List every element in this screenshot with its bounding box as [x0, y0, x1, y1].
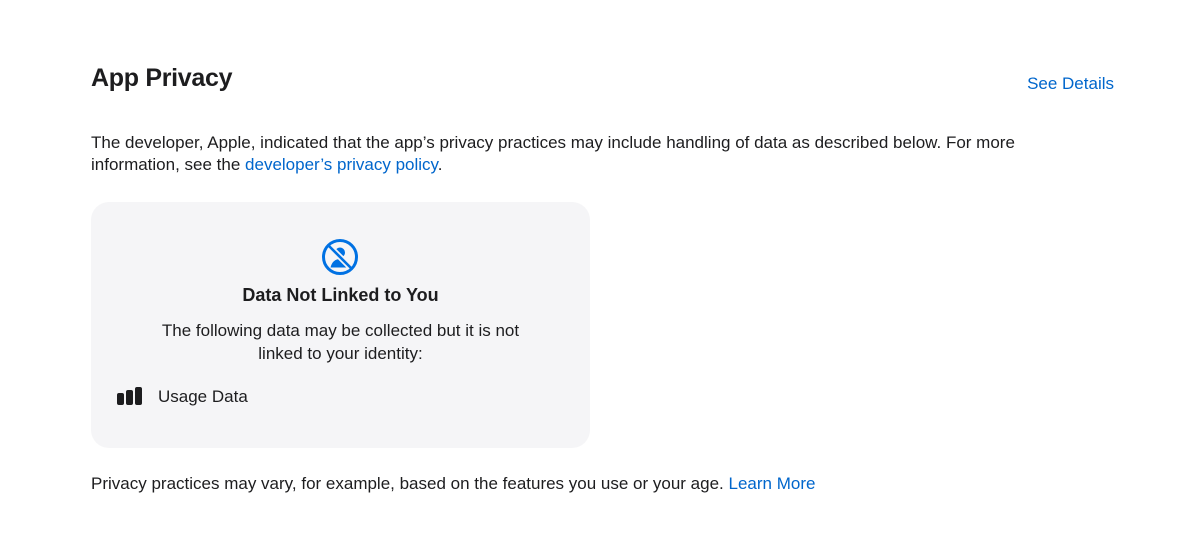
usage-data-icon	[117, 387, 142, 405]
developer-privacy-policy-link[interactable]: developer’s privacy policy	[245, 155, 438, 174]
privacy-footer-note: Privacy practices may vary, for example,…	[91, 472, 815, 496]
intro-trailing: .	[437, 155, 443, 174]
person-crossed-icon	[322, 239, 358, 275]
footer-text: Privacy practices may vary, for example,…	[91, 474, 729, 493]
see-details-link[interactable]: See Details	[1027, 72, 1114, 96]
privacy-intro-text: The developer, Apple, indicated that the…	[91, 132, 1051, 176]
section-title: App Privacy	[91, 64, 233, 92]
card-description: The following data may be collected but …	[161, 321, 520, 363]
data-item-label: Usage Data	[158, 387, 248, 406]
learn-more-link[interactable]: Learn More	[729, 474, 816, 493]
app-privacy-header: App Privacy See Details	[91, 62, 1114, 102]
intro-text: The developer, Apple, indicated that the…	[91, 133, 1015, 174]
data-item-usage: Usage Data	[117, 385, 248, 409]
card-title: Data Not Linked to You	[242, 285, 439, 305]
data-not-linked-card: Data Not Linked to You The following dat…	[91, 202, 590, 448]
